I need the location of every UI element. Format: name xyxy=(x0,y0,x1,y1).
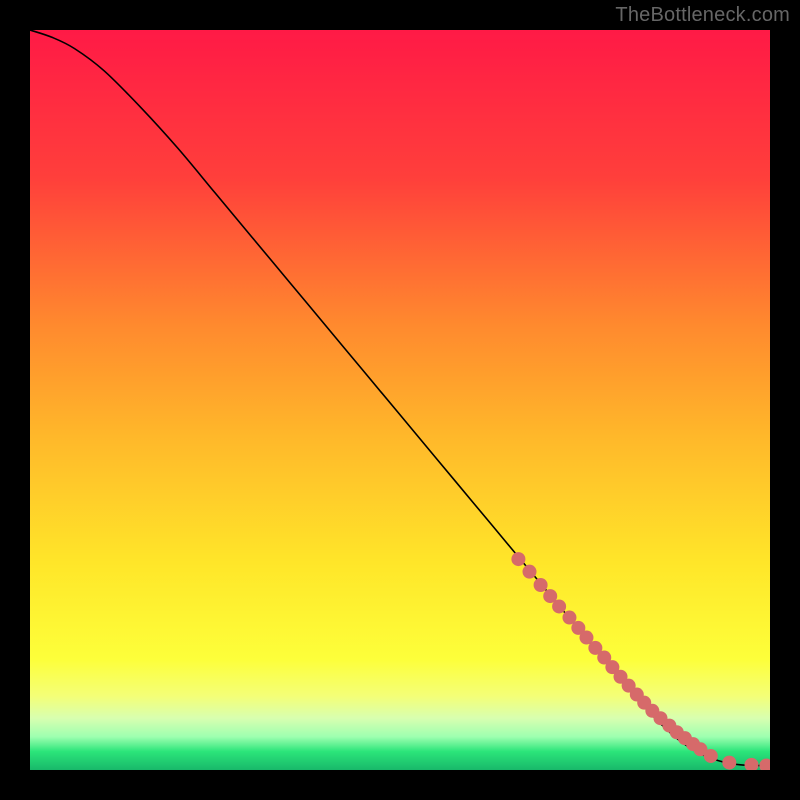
highlight-dot xyxy=(523,565,537,579)
chart-svg xyxy=(30,30,770,770)
highlight-dot xyxy=(552,599,566,613)
gradient-background xyxy=(30,30,770,770)
highlight-dot xyxy=(722,756,736,770)
plot-area xyxy=(30,30,770,770)
highlight-dot xyxy=(534,578,548,592)
highlight-dot xyxy=(704,749,718,763)
highlight-dot xyxy=(511,552,525,566)
attribution-label: TheBottleneck.com xyxy=(615,4,790,27)
chart-frame: TheBottleneck.com xyxy=(0,0,800,800)
